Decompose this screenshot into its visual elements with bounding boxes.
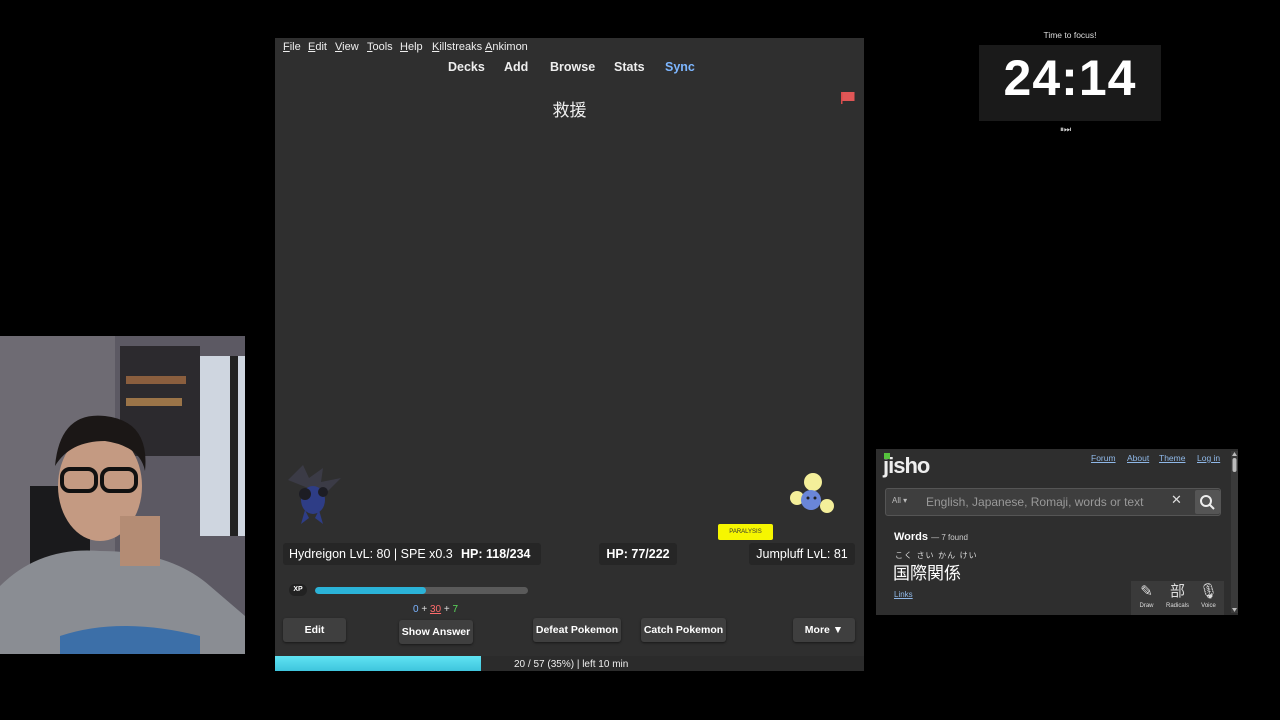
menu-file[interactable]: File [283, 41, 301, 53]
links-link[interactable]: Links [894, 590, 913, 599]
timer-controls[interactable]: ⏸⏭ [1060, 125, 1071, 135]
jisho-widget: jisho Forum About Theme Log in All ▾ ✕ W… [876, 449, 1238, 615]
status-badge: PARALYSIS [718, 524, 773, 540]
jumpluff-sprite [787, 470, 837, 522]
xp-base: 0 [413, 604, 419, 615]
words-heading-text: Words [894, 531, 929, 543]
flag-icon[interactable] [841, 89, 855, 104]
draw-icon: ✎ [1140, 583, 1153, 600]
search-input[interactable] [926, 492, 1164, 512]
clear-icon[interactable]: ✕ [1171, 493, 1182, 508]
theme-link[interactable]: Theme [1159, 453, 1185, 463]
jisho-scrollbar[interactable] [1231, 451, 1238, 613]
enemy-hp: HP: 77/222 [599, 543, 677, 565]
jisho-search-bar: All ▾ ✕ [885, 488, 1221, 516]
jisho-logo[interactable]: jisho [883, 453, 930, 479]
xp-plus-2: + [443, 604, 450, 615]
menu-ankimon[interactable]: Ankimon [485, 41, 528, 53]
stats-link[interactable]: Stats [614, 60, 645, 74]
more-button[interactable]: More ▼ [793, 618, 855, 642]
add-link[interactable]: Add [504, 60, 528, 74]
about-link[interactable]: About [1127, 453, 1149, 463]
search-scope-select[interactable]: All ▾ [892, 496, 907, 505]
hydreigon-sprite [283, 460, 345, 530]
login-link[interactable]: Log in [1197, 453, 1220, 463]
microphone-icon: 🎙 [1198, 583, 1219, 600]
search-icon [1200, 495, 1215, 510]
menu-killstreaks[interactable]: Killstreaks [432, 41, 482, 53]
top-links: Decks Add Browse Stats Sync [275, 58, 864, 78]
draw-label: Draw [1139, 603, 1154, 609]
edit-button[interactable]: Edit [283, 618, 346, 642]
input-tools: ✎ Draw 部 Radicals 🎙 Voice [1131, 581, 1224, 615]
xp-earned: 30 [429, 604, 442, 615]
radicals-label: Radicals [1165, 603, 1189, 609]
search-button[interactable] [1195, 490, 1220, 514]
menu-view[interactable]: View [335, 41, 359, 53]
xp-plus: + [421, 604, 428, 615]
radicals-tool[interactable]: 部 Radicals [1162, 581, 1193, 609]
anki-window: File Edit View Tools Help Killstreaks An… [275, 38, 864, 671]
player-info: Hydreigon LvL: 80 | SPE x0.3 [283, 543, 462, 565]
menu-tools[interactable]: Tools [367, 41, 393, 53]
draw-tool[interactable]: ✎ Draw [1131, 581, 1162, 609]
voice-tool[interactable]: 🎙 Voice [1193, 581, 1224, 609]
webcam-feed [0, 336, 245, 654]
xp-bar [315, 587, 528, 594]
review-progress-fill [275, 656, 482, 671]
decks-link[interactable]: Decks [448, 60, 485, 74]
timer-display: 24:14 [979, 45, 1161, 121]
sync-link[interactable]: Sync [665, 60, 695, 74]
radicals-icon: 部 [1169, 583, 1185, 600]
review-progress-text: 20 / 57 (35%) | left 10 min [514, 659, 629, 670]
words-count: — 7 found [931, 533, 969, 542]
show-answer-button[interactable]: Show Answer [399, 620, 473, 644]
xp-bar-fill [315, 587, 426, 594]
pause-skip-icons[interactable]: ⏸⏭ [1060, 125, 1071, 134]
player-hp: HP: 118/234 [457, 543, 541, 565]
menu-edit[interactable]: Edit [308, 41, 327, 53]
enemy-info: Jumpluff LvL: 81 [749, 543, 855, 565]
xp-label: XP [289, 584, 307, 596]
xp-bonus: 7 [452, 604, 459, 615]
forum-link[interactable]: Forum [1091, 453, 1116, 463]
defeat-pokemon-button[interactable]: Defeat Pokemon [533, 618, 621, 642]
card-front-text: 救援 [552, 101, 587, 121]
voice-label: Voice [1201, 603, 1216, 609]
timer-time: 24:14 [1003, 50, 1137, 106]
words-heading: Words — 7 found [894, 531, 968, 543]
jisho-logo-dot [884, 453, 890, 459]
browse-link[interactable]: Browse [550, 60, 595, 74]
menu-help[interactable]: Help [400, 41, 423, 53]
menu-bar: File Edit View Tools Help Killstreaks An… [275, 38, 864, 56]
xp-gain: 0 + 30 + 7 [413, 604, 458, 615]
catch-pokemon-button[interactable]: Catch Pokemon [641, 618, 726, 642]
result-word[interactable]: 国際関係 [893, 559, 961, 584]
timer-title: Time to focus! [1043, 30, 1097, 40]
